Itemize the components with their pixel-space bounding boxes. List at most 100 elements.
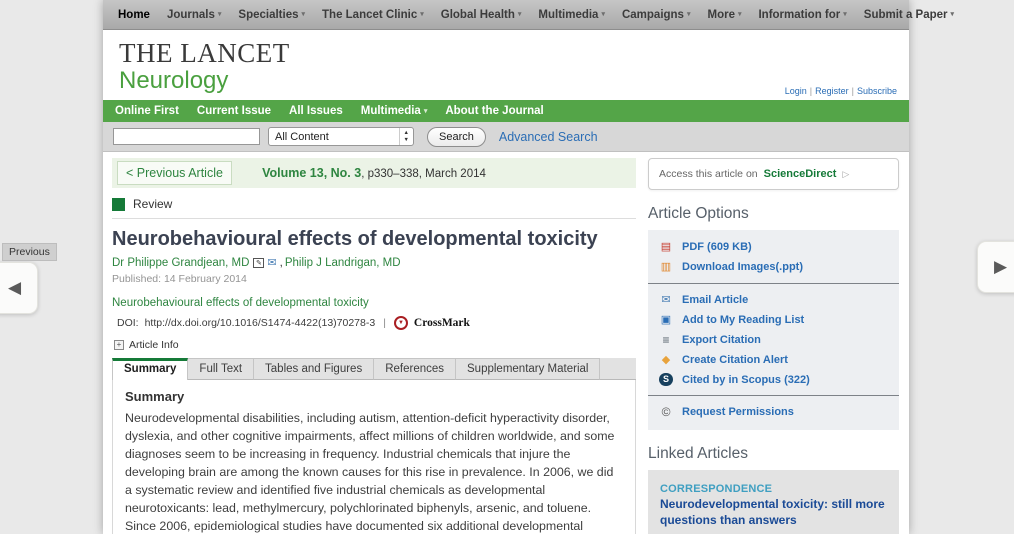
topnav-information-for[interactable]: Information for▾ <box>758 9 846 21</box>
option-cited-scopus[interactable]: S Cited by in Scopus (322) <box>648 370 899 389</box>
crossmark-icon[interactable]: ▼ <box>394 316 408 330</box>
previous-article-button[interactable]: < Previous Article <box>117 161 232 185</box>
divider: | <box>852 86 854 96</box>
journal-navigation: Online First Current Issue All Issues Mu… <box>103 100 909 122</box>
powerpoint-icon: ▥ <box>659 260 673 274</box>
scopus-icon: S <box>659 373 673 386</box>
search-bar: All Content ▲▼ Search Advanced Search <box>103 122 909 152</box>
option-export-citation[interactable]: ≡Export Citation <box>648 330 899 350</box>
article-options-box: ▤PDF (609 KB) ▥ Download Images(.ppt) ✉Em… <box>648 230 899 430</box>
article-title: Neurobehavioural effects of developmenta… <box>112 228 636 251</box>
article-options-heading: Article Options <box>648 205 899 223</box>
sidebar: Access this article on ScienceDirect ▷ A… <box>648 158 899 534</box>
topnav-multimedia[interactable]: Multimedia▾ <box>538 9 605 21</box>
masthead: THE LANCET Neurology Login|Register|Subs… <box>103 30 909 100</box>
topnav-journals-label: Journals <box>167 9 215 21</box>
topnav-global-health[interactable]: Global Health▾ <box>441 9 522 21</box>
subscribe-link[interactable]: Subscribe <box>857 86 897 96</box>
divider: | <box>810 86 812 96</box>
jnav-about-journal[interactable]: About the Journal <box>445 105 543 117</box>
option-email-article-label: Email Article <box>682 294 748 306</box>
chevron-down-icon: ▾ <box>843 11 847 18</box>
issue-details: , p330–338, March 2014 <box>361 168 486 180</box>
register-link[interactable]: Register <box>815 86 849 96</box>
crossmark-label[interactable]: CrossMark <box>414 317 470 329</box>
linked-article-item: CORRESPONDENCE Neurodevelopmental toxici… <box>660 483 887 528</box>
author-link-landrigan[interactable]: Philip J Landrigan, MD <box>285 257 401 269</box>
linked-article-link[interactable]: Neurodevelopmental toxicity: still more … <box>660 497 887 528</box>
correspondence-kicker: CORRESPONDENCE <box>660 483 887 495</box>
corresponding-author-icon[interactable]: ✎ <box>253 258 264 268</box>
chevron-down-icon: ▾ <box>951 11 955 18</box>
author-link-grandjean[interactable]: Dr Philippe Grandjean, MD <box>112 257 249 269</box>
tab-summary[interactable]: Summary <box>112 358 188 380</box>
topnav-multimedia-label: Multimedia <box>538 9 598 21</box>
option-pdf[interactable]: ▤PDF (609 KB) <box>648 237 899 257</box>
sciencedirect-access-button[interactable]: Access this article on ScienceDirect ▷ <box>648 158 899 190</box>
option-download-images[interactable]: ▥ Download Images(.ppt) <box>648 257 899 277</box>
author-line: Dr Philippe Grandjean, MD ✎ ✉ , Philip J… <box>112 256 636 269</box>
access-prefix: Access this article on <box>659 168 758 180</box>
previous-page-button[interactable]: ◀ <box>0 262 38 314</box>
options-divider <box>648 283 899 284</box>
tab-tables-figures[interactable]: Tables and Figures <box>254 358 374 380</box>
topnav-specialties-label: Specialties <box>238 9 298 21</box>
search-input[interactable] <box>113 128 260 145</box>
option-request-permissions-label: Request Permissions <box>682 406 794 418</box>
jnav-online-first[interactable]: Online First <box>115 105 179 117</box>
topnav-specialties[interactable]: Specialties ▾ <box>238 9 305 21</box>
jnav-all-issues[interactable]: All Issues <box>289 105 343 117</box>
citation-alert-icon: ◆ <box>659 353 673 367</box>
search-scope-select[interactable]: All Content ▲▼ <box>268 127 414 146</box>
content-area: < Previous Article Volume 13, No. 3, p33… <box>103 152 909 534</box>
option-add-reading-list-label: Add to My Reading List <box>682 314 804 326</box>
published-date: Published: 14 February 2014 <box>112 273 636 285</box>
article-section-row: Review <box>112 197 636 219</box>
tab-references[interactable]: References <box>374 358 456 380</box>
chevron-down-icon: ▾ <box>601 11 605 18</box>
summary-heading: Summary <box>125 389 623 404</box>
chevron-down-icon: ▾ <box>424 108 428 115</box>
option-email-article[interactable]: ✉Email Article <box>648 290 899 310</box>
topnav-submit-paper[interactable]: Submit a Paper▾ <box>864 9 954 21</box>
topnav-more[interactable]: More▾ <box>707 9 741 21</box>
article-info-expander[interactable]: + Article Info <box>112 339 636 351</box>
author-separator: , <box>280 257 283 269</box>
article-title-link[interactable]: Neurobehavioural effects of developmenta… <box>112 297 369 309</box>
envelope-icon[interactable]: ✉ <box>267 256 276 269</box>
jnav-current-issue[interactable]: Current Issue <box>197 105 271 117</box>
option-cited-scopus-label: Cited by in Scopus (322) <box>682 374 810 386</box>
option-citation-alert-label: Create Citation Alert <box>682 354 788 366</box>
chevron-down-icon: ▾ <box>687 11 691 18</box>
account-links: Login|Register|Subscribe <box>785 86 897 96</box>
jnav-multimedia-label: Multimedia <box>361 105 421 117</box>
chevron-down-icon: ▾ <box>302 11 306 18</box>
option-request-permissions[interactable]: ©Request Permissions <box>648 402 899 422</box>
summary-text: Neurodevelopmental disabilities, includi… <box>125 410 623 534</box>
option-download-images-label: Download Images(.ppt) <box>682 261 803 273</box>
advanced-search-link[interactable]: Advanced Search <box>499 130 598 144</box>
topnav-more-label: More <box>707 9 734 21</box>
search-button[interactable]: Search <box>427 127 486 147</box>
next-page-button[interactable]: ▶ <box>977 241 1014 293</box>
divider: | <box>383 317 386 329</box>
tab-full-text[interactable]: Full Text <box>188 358 254 380</box>
expand-plus-icon: + <box>114 340 124 350</box>
doi-row: DOI: http://dx.doi.org/10.1016/S1474-442… <box>112 316 636 330</box>
chevron-down-icon: ▾ <box>420 11 424 18</box>
option-add-reading-list[interactable]: ▣Add to My Reading List <box>648 310 899 330</box>
doi-link[interactable]: http://dx.doi.org/10.1016/S1474-4422(13)… <box>145 317 376 329</box>
login-link[interactable]: Login <box>785 86 807 96</box>
topnav-home[interactable]: Home <box>118 9 150 21</box>
topnav-journals[interactable]: Journals▾ <box>167 9 221 21</box>
topnav-lancet-clinic[interactable]: The Lancet Clinic▾ <box>322 9 424 21</box>
article-column: < Previous Article Volume 13, No. 3, p33… <box>112 158 636 534</box>
option-citation-alert[interactable]: ◆ Create Citation Alert <box>648 350 899 370</box>
jnav-multimedia[interactable]: Multimedia▾ <box>361 105 428 117</box>
topnav-campaigns[interactable]: Campaigns▾ <box>622 9 691 21</box>
article-tabs: Summary Full Text Tables and Figures Ref… <box>112 358 636 380</box>
screen: Home Journals▾ Specialties▾ The Lancet C… <box>0 0 1014 534</box>
section-label: Review <box>133 197 172 211</box>
tab-supplementary[interactable]: Supplementary Material <box>456 358 600 380</box>
pdf-icon: ▤ <box>659 240 673 254</box>
